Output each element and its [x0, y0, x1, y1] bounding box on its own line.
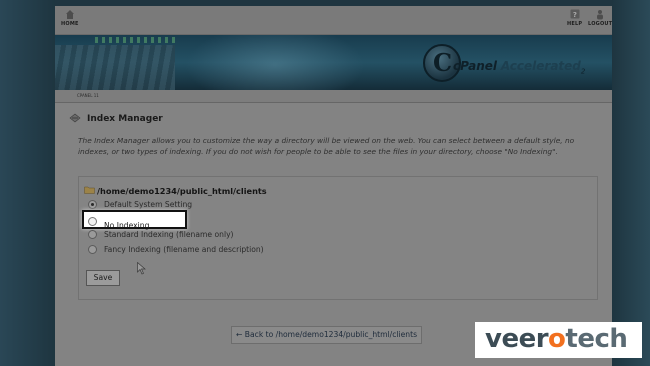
top-navigation-bar: HOME ? HELP LOGOUT — [55, 6, 612, 35]
radio-no-indexing[interactable] — [88, 217, 97, 226]
option-label-fancy: Fancy Indexing (filename and description… — [104, 245, 264, 254]
mouse-cursor-icon — [137, 262, 146, 275]
radio-standard[interactable] — [88, 229, 97, 239]
logout-label: LOGOUT — [588, 21, 613, 27]
veerotech-watermark: veerotech — [475, 322, 642, 358]
index-manager-icon — [69, 113, 81, 123]
radio-default[interactable] — [88, 199, 97, 209]
option-fancy-indexing[interactable]: Fancy Indexing (filename and description… — [88, 244, 264, 257]
option-label-no-indexing: No Indexing — [104, 221, 150, 230]
version-strip: CPANEL 11 — [55, 90, 612, 103]
veerotech-logo: veerotech — [485, 324, 628, 354]
svg-text:?: ? — [572, 11, 576, 19]
directory-path: /home/demo1234/public_html/clients — [97, 186, 267, 196]
index-settings-box: /home/demo1234/public_html/clients Defau… — [78, 176, 598, 300]
server-panel-graphic — [55, 45, 175, 90]
save-button[interactable]: Save — [86, 270, 120, 286]
help-label: HELP — [567, 21, 583, 27]
help-icon: ? — [570, 9, 580, 19]
cpanel-accelerated-logo: cPanel Accelerated2 — [453, 59, 585, 75]
back-link[interactable]: ← Back to /home/demo1234/public_html/cli… — [231, 326, 423, 344]
option-label-standard: Standard Indexing (filename only) — [104, 230, 234, 239]
help-button[interactable]: ? HELP — [567, 9, 582, 27]
logout-button[interactable]: LOGOUT — [588, 9, 612, 27]
world-map-graphic — [185, 35, 365, 90]
browser-content-frame: HOME ? HELP LOGOUT C cPanel Accelerated2 — [55, 6, 612, 366]
veerotech-logo-o: o — [548, 324, 566, 354]
cpanel-brand-text: cPanel — [453, 59, 498, 73]
home-button[interactable]: HOME — [61, 9, 79, 27]
radio-fancy[interactable] — [88, 244, 97, 254]
outer-background-right — [612, 0, 650, 366]
veerotech-logo-post: tech — [565, 324, 628, 354]
option-no-indexing[interactable]: No Indexing — [82, 210, 187, 230]
option-standard-indexing[interactable]: Standard Indexing (filename only) — [88, 229, 234, 242]
server-leds-graphic — [95, 37, 175, 43]
logout-icon — [597, 10, 604, 20]
page-title: Index Manager — [87, 114, 163, 124]
intro-text: The Index Manager allows you to customiz… — [78, 136, 575, 156]
accelerated-version: 2 — [580, 67, 586, 76]
option-label-default: Default System Setting — [104, 200, 193, 209]
folder-icon — [84, 186, 95, 194]
home-label: HOME — [61, 21, 79, 27]
outer-background-left — [0, 0, 55, 366]
cpanel-banner: C cPanel Accelerated2 — [55, 35, 612, 90]
home-icon — [65, 10, 74, 19]
veerotech-logo-pre: veer — [485, 324, 549, 354]
version-label: CPANEL 11 — [77, 93, 99, 98]
accelerated-text: Accelerated — [500, 59, 581, 73]
